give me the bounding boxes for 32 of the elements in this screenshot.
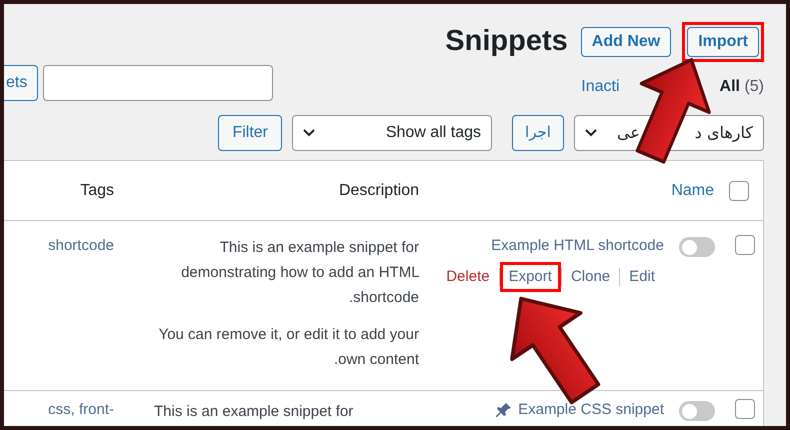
snippet-description: This is an example snippet for demonstrating how to add an HTML shortcode. — [180, 238, 419, 308]
header-button[interactable]: Import — [687, 27, 759, 57]
checkbox[interactable] — [729, 180, 749, 200]
row-action-link[interactable]: Export — [500, 262, 561, 292]
header-button[interactable]: Add New — [580, 27, 672, 57]
view-filter-link[interactable]: All (5) — [720, 75, 764, 99]
apply-button[interactable]: اجرا — [512, 114, 564, 150]
tag-link[interactable]: shortcode — [48, 235, 114, 258]
toggle-switch[interactable] — [679, 237, 715, 257]
search-field[interactable] — [43, 65, 274, 101]
snippet-name-link[interactable]: Example CSS snippet — [518, 399, 664, 422]
chevron-down-icon — [303, 128, 315, 136]
checkbox[interactable] — [735, 235, 755, 255]
column-header: Description — [338, 180, 419, 200]
checkbox[interactable] — [735, 399, 755, 419]
tag-link[interactable]: css, front- — [48, 399, 114, 422]
snippet-description: You can remove it, or edit it to add your own content. — [158, 325, 419, 370]
column-header[interactable]: Name — [671, 178, 714, 202]
row-action-link[interactable]: Delete — [437, 262, 499, 292]
row-action-link[interactable]: Edit — [620, 262, 664, 292]
row-action-link[interactable]: Clone — [562, 262, 620, 292]
filter-button[interactable]: Filter — [218, 114, 282, 150]
tags-select[interactable]: Show all tags — [292, 114, 492, 150]
pin-icon — [496, 402, 512, 418]
snippet-description: This is an example snippet for — [154, 402, 354, 422]
column-header: Tags — [80, 180, 114, 200]
view-filter-link[interactable]: Inacti — [581, 75, 620, 99]
search-button[interactable]: ets — [4, 65, 38, 101]
snippet-name-link[interactable]: Example HTML shortcode — [491, 235, 664, 258]
page-title: Snippets — [445, 24, 568, 60]
chevron-down-icon — [585, 128, 597, 136]
toggle-switch[interactable] — [679, 401, 715, 421]
